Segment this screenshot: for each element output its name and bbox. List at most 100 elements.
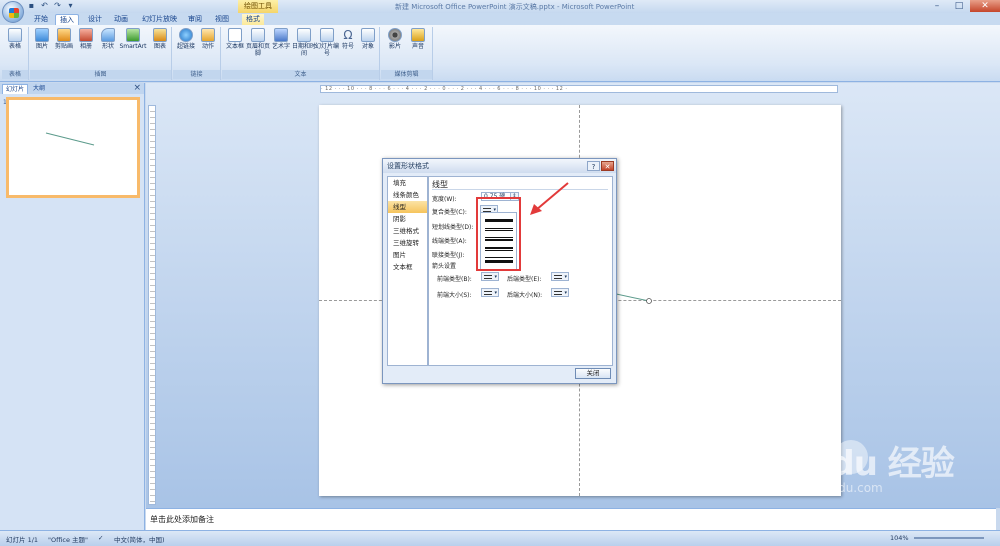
smartart-icon <box>126 28 140 42</box>
tab-home[interactable]: 开始 <box>30 14 52 25</box>
omega-icon: Ω <box>343 28 353 42</box>
album-button[interactable]: 相册 <box>74 28 98 50</box>
header-footer-icon <box>251 28 265 42</box>
movie-button[interactable]: 影片 <box>383 28 407 50</box>
shapes-icon <box>101 28 115 42</box>
hyperlink-button[interactable]: 超链接 <box>174 28 198 50</box>
section-divider <box>432 189 608 190</box>
nav-shadow[interactable]: 阴影 <box>388 213 427 225</box>
vertical-ruler <box>148 105 156 505</box>
dialog-nav: 填充 线条颜色 线型 阴影 三维格式 三维旋转 图片 文本框 <box>387 176 428 366</box>
film-reel-icon <box>388 28 402 42</box>
textbox-button[interactable]: 文本框 <box>223 28 247 50</box>
shapes-button[interactable]: 形状 <box>96 28 120 50</box>
smartart-button[interactable]: SmartArt <box>118 28 148 50</box>
ribbon: 表格 表格 图片 剪贴画 相册 形状 SmartArt 图表 插图 超链接 动作… <box>0 25 1000 82</box>
annotation-highlight-box <box>476 197 521 271</box>
slide-thumbnail[interactable] <box>6 97 140 198</box>
maximize-button[interactable]: □ <box>948 0 970 12</box>
nav-picture[interactable]: 图片 <box>388 249 427 261</box>
redo-icon[interactable]: ↷ <box>53 1 62 10</box>
object-button[interactable]: 对象 <box>356 28 380 50</box>
clipart-icon <box>57 28 71 42</box>
customize-qat-icon[interactable]: ▾ <box>66 1 75 10</box>
status-language[interactable]: 中文(简体，中国) <box>114 534 165 544</box>
chart-icon <box>153 28 167 42</box>
end-type-dropdown[interactable]: ▾ <box>551 272 569 281</box>
hyperlink-icon <box>179 28 193 42</box>
action-button[interactable]: 动作 <box>196 28 220 50</box>
spellcheck-icon[interactable]: ✓ <box>98 534 103 542</box>
close-icon[interactable]: × <box>133 83 141 94</box>
table-button[interactable]: 表格 <box>3 28 27 50</box>
datetime-button[interactable]: 日期和时间 <box>292 28 316 57</box>
undo-icon[interactable]: ↶ <box>40 1 49 10</box>
end-size-dropdown[interactable]: ▾ <box>551 288 569 297</box>
dialog-close-button[interactable]: 关闭 <box>575 368 611 379</box>
tab-slideshow[interactable]: 幻灯片放映 <box>138 14 181 25</box>
nav-line-color[interactable]: 线条颜色 <box>388 189 427 201</box>
notes-pane[interactable]: 单击此处添加备注 <box>146 508 996 530</box>
wordart-icon <box>274 28 288 42</box>
begin-size-label: 前端大小(S): <box>437 292 472 299</box>
dialog-close-icon[interactable]: ✕ <box>601 161 614 171</box>
wordart-button[interactable]: 艺术字 <box>269 28 293 50</box>
watermark-url: jingyan.baidu.com <box>772 481 883 495</box>
nav-textbox[interactable]: 文本框 <box>388 261 427 273</box>
end-type-label: 后端类型(E): <box>507 276 542 283</box>
zoom-level[interactable]: 104% <box>890 534 909 542</box>
begin-size-dropdown[interactable]: ▾ <box>481 288 499 297</box>
group-links: 超链接 动作 链接 <box>173 27 221 80</box>
width-label: 宽度(W): <box>432 196 457 203</box>
textbox-icon <box>228 28 242 42</box>
save-icon[interactable]: ▪ <box>27 1 36 10</box>
format-shape-dialog: 设置形状格式 ? ✕ 填充 线条颜色 线型 阴影 三维格式 三维旋转 图片 文本… <box>382 158 617 384</box>
baidu-paw-icon <box>834 440 868 474</box>
panel-tabs: 幻灯片 大纲 × <box>0 83 144 94</box>
sound-button[interactable]: 声音 <box>406 28 430 50</box>
nav-3d-rotation[interactable]: 三维旋转 <box>388 237 427 249</box>
minimize-button[interactable]: – <box>926 0 948 12</box>
slides-panel: 幻灯片 大纲 × 1 <box>0 83 145 530</box>
header-footer-button[interactable]: 页眉和页脚 <box>246 28 270 57</box>
slide-number-icon <box>320 28 334 42</box>
begin-type-dropdown[interactable]: ▾ <box>481 272 499 281</box>
join-type-label: 联接类型(J): <box>432 252 465 259</box>
office-logo-icon <box>9 8 19 18</box>
begin-type-label: 前端类型(B): <box>437 276 472 283</box>
thumbnail-line-shape <box>45 132 95 146</box>
notes-placeholder: 单击此处添加备注 <box>150 515 214 524</box>
tab-review[interactable]: 审阅 <box>184 14 206 25</box>
status-slide-count: 幻灯片 1/1 <box>6 536 39 544</box>
nav-fill[interactable]: 填充 <box>388 177 427 189</box>
tab-outline[interactable]: 大纲 <box>30 84 48 94</box>
window-controls: – □ ✕ <box>926 0 1000 12</box>
tab-design[interactable]: 设计 <box>84 14 106 25</box>
clipart-button[interactable]: 剪贴画 <box>52 28 76 50</box>
picture-icon <box>35 28 49 42</box>
nav-3d-format[interactable]: 三维格式 <box>388 225 427 237</box>
tab-animations[interactable]: 动画 <box>110 14 132 25</box>
baidu-watermark: Bai du 经验 jingyan.baidu.com <box>762 436 955 495</box>
annotation-arrow-icon <box>530 182 569 215</box>
status-bar: 幻灯片 1/1 "Office 主题" ✓ 中文(简体，中国) 104% <box>0 530 1000 546</box>
help-button[interactable]: ? <box>587 161 600 171</box>
arrow-settings-label: 箭头设置 <box>432 263 457 270</box>
picture-button[interactable]: 图片 <box>30 28 54 50</box>
dialog-title-bar: 设置形状格式 ? ✕ <box>383 159 616 173</box>
compound-type-label: 复合类型(C): <box>432 209 467 216</box>
status-theme: "Office 主题" <box>48 536 89 544</box>
nav-line-style[interactable]: 线型 <box>388 201 427 213</box>
speaker-icon <box>411 28 425 42</box>
tab-slides[interactable]: 幻灯片 <box>2 84 29 94</box>
zoom-slider[interactable] <box>914 537 984 539</box>
group-text: 文本框 页眉和页脚 艺术字 日期和时间 幻灯片编号 Ω 符号 对象 文本 <box>222 27 380 80</box>
window-close-button[interactable]: ✕ <box>970 0 1000 12</box>
chart-button[interactable]: 图表 <box>148 28 172 50</box>
tab-view[interactable]: 视图 <box>211 14 233 25</box>
office-button[interactable] <box>2 1 24 23</box>
group-table: 表格 表格 <box>2 27 29 80</box>
tab-insert[interactable]: 插入 <box>55 14 79 25</box>
tab-format[interactable]: 格式 <box>242 14 264 25</box>
dialog-title: 设置形状格式 <box>387 162 429 170</box>
